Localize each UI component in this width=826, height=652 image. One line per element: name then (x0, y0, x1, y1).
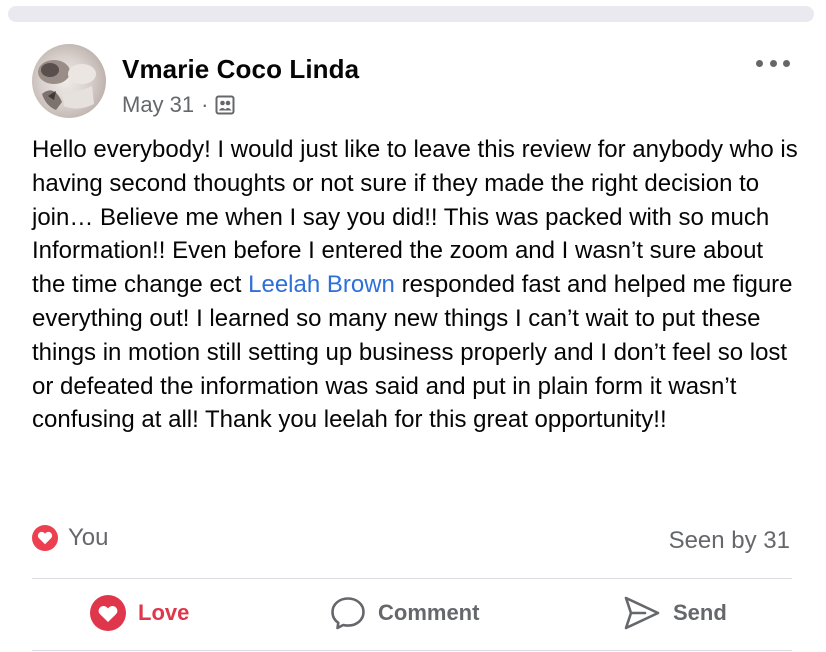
send-icon (623, 595, 661, 631)
send-button[interactable]: Send (623, 593, 727, 633)
love-icon (90, 595, 126, 631)
post-body: Hello everybody! I would just like to le… (32, 133, 802, 437)
avatar-photo (32, 44, 106, 118)
meta-separator: · (201, 92, 209, 117)
actions-divider-top (32, 578, 792, 579)
author-name[interactable]: Vmarie Coco Linda (122, 54, 359, 85)
comment-icon (330, 595, 366, 631)
group-members-icon[interactable] (215, 95, 235, 115)
send-label: Send (673, 600, 727, 625)
comment-label: Comment (378, 600, 480, 625)
love-label: Love (138, 600, 190, 625)
seen-by-count[interactable]: Seen by 31 (669, 527, 790, 555)
actions-divider-bottom (32, 650, 792, 651)
more-horizontal-icon (756, 59, 763, 67)
comment-button[interactable]: Comment (330, 593, 479, 633)
reaction-summary[interactable]: You (32, 524, 109, 552)
love-button[interactable]: Love (90, 593, 189, 633)
love-reaction-icon (32, 525, 58, 551)
previous-post-edge (8, 6, 814, 22)
more-options-button[interactable] (756, 55, 790, 71)
post-date[interactable]: May 31 (122, 92, 194, 118)
author-avatar[interactable] (32, 44, 106, 118)
reactor-name: You (68, 524, 109, 551)
mention-link[interactable]: Leelah Brown (248, 271, 395, 298)
post-meta: May 31 · (122, 91, 235, 119)
